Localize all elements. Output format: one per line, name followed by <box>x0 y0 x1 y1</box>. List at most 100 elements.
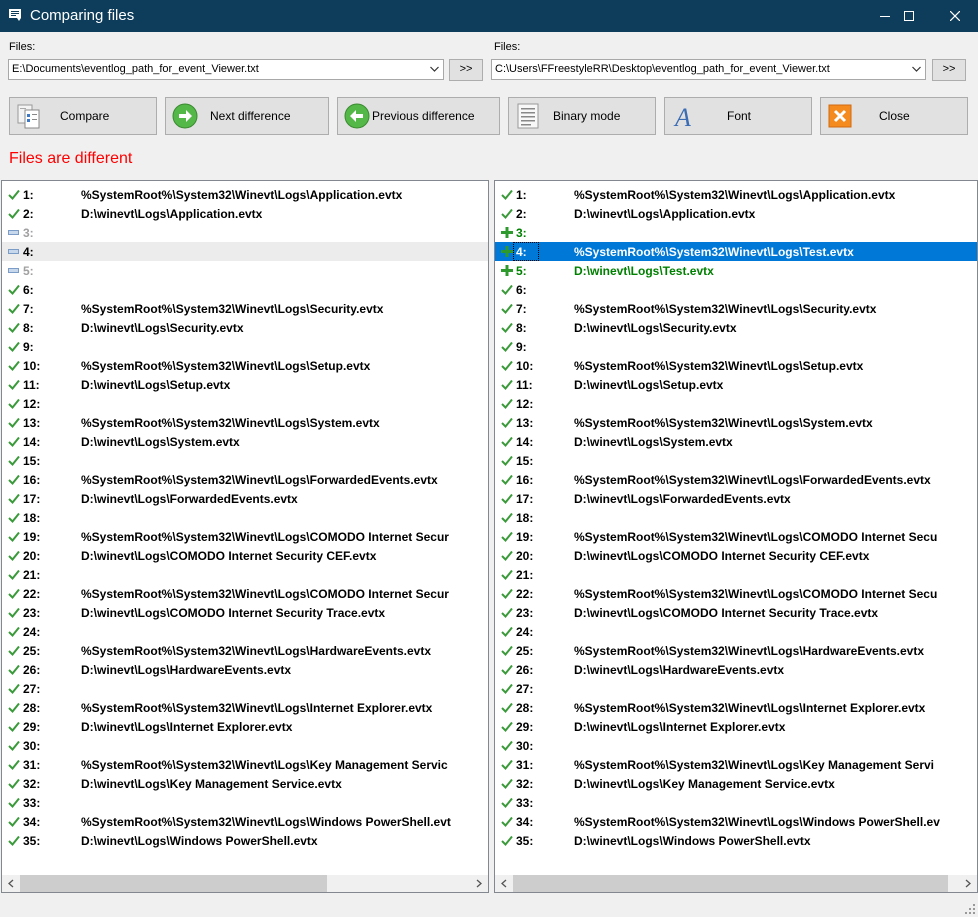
right-line-6[interactable]: 6: <box>495 280 977 299</box>
left-line-13[interactable]: 13: %SystemRoot%\System32\Winevt\Logs\Sys… <box>2 413 488 432</box>
left-file-combo[interactable]: E:\Documents\eventlog_path_for_event_Vie… <box>8 59 444 80</box>
compare-button[interactable]: Compare <box>9 97 157 135</box>
line-number: 17: <box>516 492 534 506</box>
right-line-32[interactable]: 32: D:\winevt\Logs\Key Management Service… <box>495 774 977 793</box>
left-line-25[interactable]: 25: %SystemRoot%\System32\Winevt\Logs\Har… <box>2 641 488 660</box>
left-line-20[interactable]: 20: D:\winevt\Logs\COMODO Internet Securi… <box>2 546 488 565</box>
left-browse-button[interactable]: >> <box>449 59 483 81</box>
left-line-35[interactable]: 35: D:\winevt\Logs\Windows PowerShell.evt… <box>2 831 488 850</box>
left-scroll-thumb[interactable] <box>20 875 327 892</box>
left-file-pane[interactable]: 1: %SystemRoot%\System32\Winevt\Logs\Appl… <box>1 180 489 893</box>
right-line-27[interactable]: 27: <box>495 679 977 698</box>
right-line-20[interactable]: 20: D:\winevt\Logs\COMODO Internet Securi… <box>495 546 977 565</box>
left-line-1[interactable]: 1: %SystemRoot%\System32\Winevt\Logs\Appl… <box>2 185 488 204</box>
left-line-12[interactable]: 12: <box>2 394 488 413</box>
line-number: 31: <box>516 758 534 772</box>
right-line-35[interactable]: 35: D:\winevt\Logs\Windows PowerShell.evt… <box>495 831 977 850</box>
maximize-button[interactable] <box>886 0 932 32</box>
right-line-10[interactable]: 10: %SystemRoot%\System32\Winevt\Logs\Set… <box>495 356 977 375</box>
right-line-21[interactable]: 21: <box>495 565 977 584</box>
left-line-30[interactable]: 30: <box>2 736 488 755</box>
left-line-21[interactable]: 21: <box>2 565 488 584</box>
right-line-3[interactable]: 3: <box>495 223 977 242</box>
font-button[interactable]: A Font <box>664 97 812 135</box>
right-line-12[interactable]: 12: <box>495 394 977 413</box>
binary-mode-button[interactable]: Binary mode <box>508 97 656 135</box>
right-file-pane[interactable]: 1: %SystemRoot%\System32\Winevt\Logs\Appl… <box>494 180 978 893</box>
right-line-14[interactable]: 14: D:\winevt\Logs\System.evtx <box>495 432 977 451</box>
close-button[interactable]: Close <box>820 97 968 135</box>
plus-icon <box>501 227 513 238</box>
previous-difference-button[interactable]: Previous difference <box>337 97 500 135</box>
right-line-22[interactable]: 22: %SystemRoot%\System32\Winevt\Logs\COM… <box>495 584 977 603</box>
right-line-2[interactable]: 2: D:\winevt\Logs\Application.evtx <box>495 204 977 223</box>
left-line-18[interactable]: 18: <box>2 508 488 527</box>
right-horizontal-scrollbar[interactable] <box>495 875 977 892</box>
left-line-10[interactable]: 10: %SystemRoot%\System32\Winevt\Logs\Set… <box>2 356 488 375</box>
check-icon <box>501 379 513 390</box>
left-horizontal-scrollbar[interactable] <box>2 875 488 892</box>
plus-icon <box>501 246 513 257</box>
left-line-4[interactable]: 4: <box>2 242 488 261</box>
left-line-15[interactable]: 15: <box>2 451 488 470</box>
left-line-3[interactable]: 3: <box>2 223 488 242</box>
left-line-17[interactable]: 17: D:\winevt\Logs\ForwardedEvents.evtx <box>2 489 488 508</box>
left-line-2[interactable]: 2: D:\winevt\Logs\Application.evtx <box>2 204 488 223</box>
left-line-16[interactable]: 16: %SystemRoot%\System32\Winevt\Logs\For… <box>2 470 488 489</box>
line-number: 10: <box>516 359 534 373</box>
next-difference-button[interactable]: Next difference <box>165 97 329 135</box>
left-line-29[interactable]: 29: D:\winevt\Logs\Internet Explorer.evtx <box>2 717 488 736</box>
close-window-button[interactable] <box>932 0 978 32</box>
line-number: 25: <box>23 644 41 658</box>
left-line-32[interactable]: 32: D:\winevt\Logs\Key Management Service… <box>2 774 488 793</box>
right-line-4[interactable]: 4: %SystemRoot%\System32\Winevt\Logs\Test… <box>495 242 977 261</box>
left-line-23[interactable]: 23: D:\winevt\Logs\COMODO Internet Securi… <box>2 603 488 622</box>
right-browse-button[interactable]: >> <box>932 59 966 81</box>
right-line-31[interactable]: 31: %SystemRoot%\System32\Winevt\Logs\Key… <box>495 755 977 774</box>
right-line-26[interactable]: 26: D:\winevt\Logs\HardwareEvents.evtx <box>495 660 977 679</box>
left-line-33[interactable]: 33: <box>2 793 488 812</box>
right-line-13[interactable]: 13: %SystemRoot%\System32\Winevt\Logs\Sys… <box>495 413 977 432</box>
right-file-combo[interactable]: C:\Users\FFreestyleRR\Desktop\eventlog_p… <box>491 59 926 80</box>
right-line-34[interactable]: 34: %SystemRoot%\System32\Winevt\Logs\Win… <box>495 812 977 831</box>
right-line-9[interactable]: 9: <box>495 337 977 356</box>
left-line-34[interactable]: 34: %SystemRoot%\System32\Winevt\Logs\Win… <box>2 812 488 831</box>
left-line-9[interactable]: 9: <box>2 337 488 356</box>
right-line-18[interactable]: 18: <box>495 508 977 527</box>
check-icon <box>8 417 20 428</box>
right-line-5[interactable]: 5: D:\winevt\Logs\Test.evtx <box>495 261 977 280</box>
right-line-28[interactable]: 28: %SystemRoot%\System32\Winevt\Logs\Int… <box>495 698 977 717</box>
resize-grip-icon[interactable] <box>964 903 976 915</box>
check-icon <box>501 645 513 656</box>
right-line-1[interactable]: 1: %SystemRoot%\System32\Winevt\Logs\Appl… <box>495 185 977 204</box>
line-number: 30: <box>23 739 41 753</box>
right-line-16[interactable]: 16: %SystemRoot%\System32\Winevt\Logs\For… <box>495 470 977 489</box>
left-line-7[interactable]: 7: %SystemRoot%\System32\Winevt\Logs\Secu… <box>2 299 488 318</box>
left-line-22[interactable]: 22: %SystemRoot%\System32\Winevt\Logs\COM… <box>2 584 488 603</box>
right-line-25[interactable]: 25: %SystemRoot%\System32\Winevt\Logs\Har… <box>495 641 977 660</box>
right-line-29[interactable]: 29: D:\winevt\Logs\Internet Explorer.evtx <box>495 717 977 736</box>
left-line-26[interactable]: 26: D:\winevt\Logs\HardwareEvents.evtx <box>2 660 488 679</box>
right-line-11[interactable]: 11: D:\winevt\Logs\Setup.evtx <box>495 375 977 394</box>
left-line-11[interactable]: 11: D:\winevt\Logs\Setup.evtx <box>2 375 488 394</box>
line-text: %SystemRoot%\System32\Winevt\Logs\Applic… <box>574 188 896 202</box>
left-line-14[interactable]: 14: D:\winevt\Logs\System.evtx <box>2 432 488 451</box>
right-line-17[interactable]: 17: D:\winevt\Logs\ForwardedEvents.evtx <box>495 489 977 508</box>
left-line-28[interactable]: 28: %SystemRoot%\System32\Winevt\Logs\Int… <box>2 698 488 717</box>
right-line-8[interactable]: 8: D:\winevt\Logs\Security.evtx <box>495 318 977 337</box>
right-line-7[interactable]: 7: %SystemRoot%\System32\Winevt\Logs\Secu… <box>495 299 977 318</box>
right-line-30[interactable]: 30: <box>495 736 977 755</box>
right-line-15[interactable]: 15: <box>495 451 977 470</box>
left-line-8[interactable]: 8: D:\winevt\Logs\Security.evtx <box>2 318 488 337</box>
left-line-27[interactable]: 27: <box>2 679 488 698</box>
left-line-31[interactable]: 31: %SystemRoot%\System32\Winevt\Logs\Key… <box>2 755 488 774</box>
left-line-6[interactable]: 6: <box>2 280 488 299</box>
left-line-24[interactable]: 24: <box>2 622 488 641</box>
left-line-5[interactable]: 5: <box>2 261 488 280</box>
right-scroll-thumb[interactable] <box>513 875 948 892</box>
right-line-19[interactable]: 19: %SystemRoot%\System32\Winevt\Logs\COM… <box>495 527 977 546</box>
right-line-24[interactable]: 24: <box>495 622 977 641</box>
right-line-33[interactable]: 33: <box>495 793 977 812</box>
right-line-23[interactable]: 23: D:\winevt\Logs\COMODO Internet Securi… <box>495 603 977 622</box>
left-line-19[interactable]: 19: %SystemRoot%\System32\Winevt\Logs\COM… <box>2 527 488 546</box>
